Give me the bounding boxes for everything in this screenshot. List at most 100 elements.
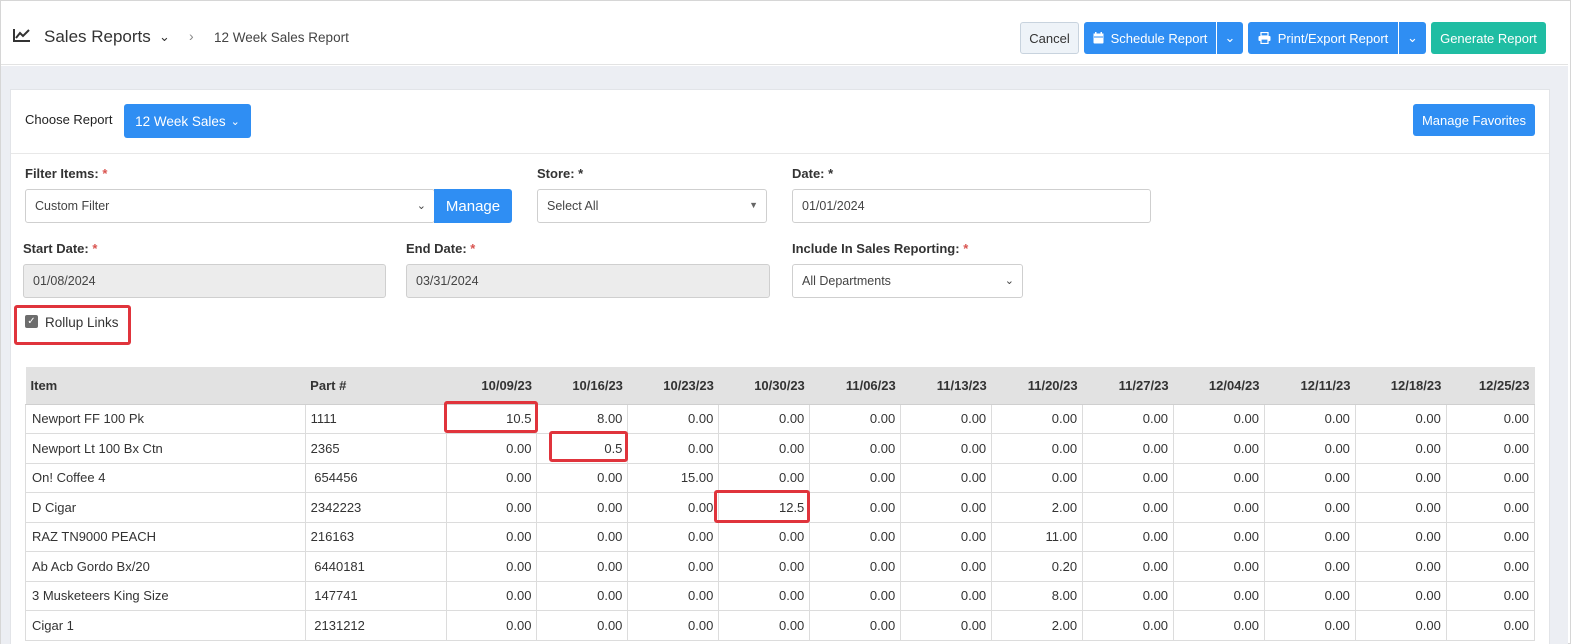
- filter-items-select[interactable]: Custom Filter ⌄: [25, 189, 435, 223]
- part-number-cell: 2342223: [304, 492, 447, 523]
- schedule-report-label: Schedule Report: [1110, 30, 1208, 46]
- column-header[interactable]: 12/25/23: [1446, 367, 1535, 405]
- choose-report-dropdown[interactable]: 12 Week Sales ⌄: [124, 104, 251, 138]
- week-value-cell: 0.00: [627, 403, 720, 434]
- column-header[interactable]: 11/20/23: [991, 367, 1083, 405]
- week-value-cell: 0.00: [536, 610, 629, 641]
- week-value-cell: 0.00: [1445, 521, 1536, 552]
- table-row[interactable]: On! Coffee 4 654456 0.00 0.00 15.00 0.00 0.00…: [25, 462, 1536, 493]
- item-name-cell: Cigar 1: [25, 610, 306, 641]
- table-row[interactable]: Newport FF 100 Pk 1111 10.5 8.00 0.00 0.00 0.0…: [25, 403, 1536, 434]
- column-header[interactable]: 11/27/23: [1082, 367, 1174, 405]
- week-value-cell: 0.00: [1263, 551, 1356, 582]
- week-value-cell: 0.00: [1354, 462, 1447, 493]
- table-row[interactable]: Newport Lt 100 Bx Ctn 2365 0.00 0.5 0.00 0.00…: [25, 433, 1536, 464]
- store-label: Store: *: [537, 166, 584, 181]
- table-row[interactable]: Cigar 1 2131212 0.00 0.00 0.00 0.00 0.00 0.00 2…: [25, 610, 1536, 641]
- week-value-cell: 0.00: [991, 403, 1084, 434]
- column-header[interactable]: 12/11/23: [1264, 367, 1356, 405]
- week-value-cell: 0.00: [627, 551, 720, 582]
- rollup-links-label[interactable]: Rollup Links: [45, 315, 119, 330]
- date-input[interactable]: 01/01/2024: [792, 189, 1151, 223]
- breadcrumb-current: 12 Week Sales Report: [214, 30, 349, 45]
- table-row[interactable]: RAZ TN9000 PEACH 216163 0.00 0.00 0.00 0.00 0.…: [25, 521, 1536, 552]
- rollup-links-checkbox[interactable]: ✓: [25, 315, 38, 328]
- week-value-cell: 0.00: [1263, 580, 1356, 611]
- column-header[interactable]: 12/04/23: [1173, 367, 1265, 405]
- week-value-cell: 0.00: [627, 610, 720, 641]
- part-number-cell: 216163: [304, 521, 447, 552]
- column-header[interactable]: 10/09/23: [446, 367, 537, 405]
- week-value-cell: 0.00: [718, 551, 811, 582]
- column-header[interactable]: Item: [25, 367, 306, 405]
- printer-icon: [1258, 32, 1271, 44]
- week-value-cell: 0.00: [1082, 521, 1175, 552]
- week-value-cell: 0.00: [1173, 462, 1265, 493]
- week-value-cell: 0.00: [627, 580, 720, 611]
- week-value-cell: 0.00: [1354, 433, 1447, 464]
- print-export-button[interactable]: Print/Export Report: [1248, 22, 1398, 54]
- column-header[interactable]: 11/13/23: [900, 367, 992, 405]
- caret-down-icon: ▼: [749, 200, 758, 210]
- week-value-cell: 0.00: [809, 433, 902, 464]
- week-value-cell: 0.00: [809, 610, 902, 641]
- week-value-cell: 0.00: [536, 580, 629, 611]
- app-title[interactable]: Sales Reports: [44, 27, 151, 47]
- week-value-cell: 0.00: [900, 521, 993, 552]
- week-value-cell: 0.00: [1173, 610, 1265, 641]
- include-in-sales-label-text: Include In Sales Reporting:: [792, 241, 960, 256]
- table-row[interactable]: Ab Acb Gordo Bx/20 6440181 0.00 0.00 0.00 0.…: [25, 551, 1536, 582]
- filter-items-value: Custom Filter: [35, 199, 110, 213]
- week-value-cell: 0.00: [1082, 433, 1175, 464]
- end-date-label-text: End Date:: [406, 241, 467, 256]
- store-select[interactable]: Select All ▼: [537, 189, 767, 223]
- week-value-cell: 0.00: [1354, 551, 1447, 582]
- chevron-down-icon: ⌄: [1407, 30, 1418, 45]
- item-name-cell: RAZ TN9000 PEACH: [25, 521, 306, 552]
- week-value-cell: 0.00: [900, 492, 993, 523]
- week-value-cell: 0.00: [627, 521, 720, 552]
- table-row[interactable]: D Cigar 2342223 0.00 0.00 0.00 12.5 0.00 0.00 2.…: [25, 492, 1536, 523]
- print-dropdown-toggle[interactable]: ⌄: [1399, 22, 1426, 54]
- week-value-cell: 0.00: [1445, 580, 1536, 611]
- week-value-cell: 0.00: [1263, 521, 1356, 552]
- week-value-cell: 0.00: [809, 462, 902, 493]
- item-name-cell: On! Coffee 4: [25, 462, 306, 493]
- generate-report-button[interactable]: Generate Report: [1431, 22, 1546, 54]
- week-value-cell: 0.00: [536, 462, 629, 493]
- week-value-cell: 0.00: [809, 521, 902, 552]
- week-value-cell: 0.00: [1082, 551, 1175, 582]
- manage-favorites-button[interactable]: Manage Favorites: [1413, 104, 1535, 136]
- cancel-button[interactable]: Cancel: [1020, 22, 1079, 54]
- table-row[interactable]: 3 Musketeers King Size 147741 0.00 0.00 0.0…: [25, 580, 1536, 611]
- week-value-cell: 0.20: [991, 551, 1084, 582]
- chevron-down-icon: ⌄: [416, 200, 426, 212]
- item-name-cell: 3 Musketeers King Size: [25, 580, 306, 611]
- week-value-cell: 0.00: [445, 462, 538, 493]
- week-value-cell: 0.00: [900, 610, 993, 641]
- schedule-dropdown-toggle[interactable]: ⌄: [1217, 22, 1243, 54]
- manage-filter-button[interactable]: Manage: [434, 189, 512, 223]
- choose-report-value: 12 Week Sales: [135, 113, 226, 129]
- required-mark: *: [92, 241, 98, 256]
- include-in-sales-select[interactable]: All Departments ⌄: [792, 264, 1023, 298]
- schedule-report-button[interactable]: Schedule Report: [1084, 22, 1216, 54]
- week-value-cell: 0.00: [1263, 403, 1356, 434]
- date-value: 01/01/2024: [802, 199, 865, 213]
- part-number-cell: 654456: [304, 462, 447, 493]
- required-mark: *: [963, 241, 969, 256]
- chevron-down-icon[interactable]: ⌄: [159, 29, 170, 45]
- column-header[interactable]: 12/18/23: [1355, 367, 1447, 405]
- column-header[interactable]: Part #: [305, 367, 447, 405]
- end-date-field: 03/31/2024: [406, 264, 770, 298]
- part-number-cell: 2365: [304, 433, 447, 464]
- column-header[interactable]: 10/23/23: [627, 367, 719, 405]
- column-header[interactable]: 10/30/23: [718, 367, 810, 405]
- column-header[interactable]: 11/06/23: [809, 367, 901, 405]
- filter-items-label-text: Filter Items:: [25, 166, 99, 181]
- week-value-cell: 0.00: [1173, 433, 1265, 464]
- column-header[interactable]: 10/16/23: [536, 367, 628, 405]
- week-value-cell: 0.00: [900, 551, 993, 582]
- week-value-cell: 0.00: [718, 610, 811, 641]
- week-value-cell: 0.00: [1082, 580, 1175, 611]
